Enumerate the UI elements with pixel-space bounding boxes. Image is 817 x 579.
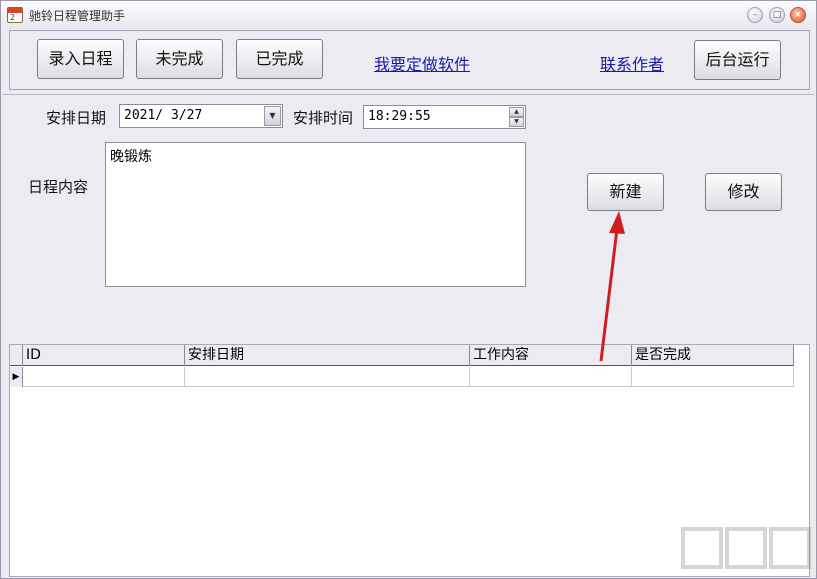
date-picker[interactable]: 2021/ 3/27 ▼ [119,104,283,128]
time-value: 18:29:55 [368,109,431,124]
run-background-button[interactable]: 后台运行 [694,40,781,80]
enter-schedule-button[interactable]: 录入日程 [37,39,124,79]
date-value: 2021/ 3/27 [124,108,203,123]
cell-done[interactable] [632,367,794,387]
time-picker[interactable]: 18:29:55 ▲ ▼ [363,105,526,129]
minimize-icon: – [752,10,758,20]
maximize-icon: □ [772,10,782,20]
table-row[interactable]: ▶ [10,367,794,387]
section-divider [3,94,814,95]
time-label: 安排时间 [293,109,354,127]
column-header-date[interactable]: 安排日期 [185,345,470,366]
contact-author-link[interactable]: 联系作者 [600,51,664,75]
content-textarea[interactable]: 晚锻炼 [105,142,526,287]
app-window: 2 驰铃日程管理助手 – □ × 录入日程 未完成 已完成 我要定做软件 联系作… [0,0,817,579]
window-title: 驰铃日程管理助手 [29,9,126,23]
cell-id[interactable] [23,367,185,387]
calendar-icon: 2 [7,7,23,23]
maximize-button[interactable]: □ [769,7,785,23]
schedule-grid[interactable]: ID 安排日期 工作内容 是否完成 ▶ [9,344,810,577]
modify-button[interactable]: 修改 [705,173,782,211]
custom-software-link[interactable]: 我要定做软件 [374,51,470,75]
current-row-indicator: ▶ [10,367,23,387]
cell-content[interactable] [470,367,632,387]
spin-up-icon[interactable]: ▲ [509,107,524,117]
column-header-content[interactable]: 工作内容 [470,345,632,366]
spin-down-icon[interactable]: ▼ [509,117,524,127]
minimize-button[interactable]: – [747,7,763,23]
calendar-icon-number: 2 [10,13,16,22]
unfinished-button[interactable]: 未完成 [136,39,223,79]
title-bar[interactable]: 2 驰铃日程管理助手 – □ × [1,1,816,29]
header-corner [10,345,23,366]
new-button[interactable]: 新建 [587,173,664,211]
chevron-down-icon[interactable]: ▼ [264,106,281,126]
close-icon: × [794,10,802,20]
finished-button[interactable]: 已完成 [236,39,323,79]
column-header-done[interactable]: 是否完成 [632,345,794,366]
cell-date[interactable] [185,367,470,387]
close-button[interactable]: × [790,7,806,23]
column-header-id[interactable]: ID [23,345,185,366]
grid-header: ID 安排日期 工作内容 是否完成 [10,345,794,366]
date-label: 安排日期 [46,109,107,127]
content-label: 日程内容 [28,178,89,196]
